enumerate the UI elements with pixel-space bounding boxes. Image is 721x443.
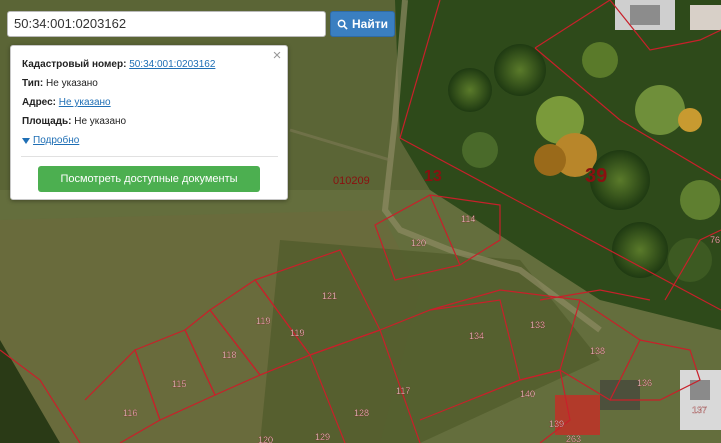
plot-label: 114	[461, 214, 475, 224]
plot-label: 134	[469, 331, 484, 341]
plot-label: 115	[172, 379, 186, 389]
plot-label: 76	[710, 235, 720, 245]
plot-label: 120	[411, 238, 426, 248]
address-row: Адрес: Не указано	[22, 97, 111, 108]
parcel-info-popup: × Кадастровый номер: 50:34:001:0203162 Т…	[10, 45, 288, 200]
search-button[interactable]: Найти	[330, 11, 395, 37]
area-row: Площадь: Не указано	[22, 116, 126, 127]
plot-label: 119	[256, 316, 270, 326]
type-label: Тип:	[22, 78, 44, 89]
cadastral-row: Кадастровый номер: 50:34:001:0203162	[22, 59, 215, 70]
plot-label: 128	[354, 408, 369, 418]
search-input[interactable]	[14, 16, 314, 31]
block-label: 39	[585, 165, 607, 187]
details-toggle[interactable]: Подробно	[22, 135, 79, 146]
area-label: Площадь:	[22, 116, 72, 127]
search-field[interactable]	[7, 11, 326, 37]
close-icon[interactable]: ×	[271, 48, 283, 63]
address-label: Адрес:	[22, 97, 56, 108]
cadastral-label: Кадастровый номер:	[22, 59, 127, 70]
plot-label: 121	[322, 291, 337, 301]
plot-label: 137	[692, 405, 707, 415]
cadastral-link[interactable]: 50:34:001:0203162	[129, 59, 215, 70]
area-value: Не указано	[74, 116, 127, 127]
plot-label: 116	[123, 408, 137, 418]
search-icon	[337, 19, 348, 30]
plot-label: 129	[315, 432, 330, 442]
plot-label: 133	[530, 320, 545, 330]
quarter-label: 010209	[333, 175, 370, 187]
search-button-label: Найти	[352, 17, 388, 31]
plot-label: 117	[396, 386, 410, 396]
plot-label: 120	[258, 435, 273, 443]
type-row: Тип: Не указано	[22, 78, 98, 89]
triangle-down-icon	[22, 137, 30, 144]
plot-label: 119	[290, 328, 304, 338]
plot-label: 136	[637, 378, 652, 388]
plot-label: 138	[590, 346, 605, 356]
type-value: Не указано	[46, 78, 98, 89]
plot-label: 139	[549, 419, 564, 429]
address-link[interactable]: Не указано	[59, 97, 111, 108]
divider	[21, 156, 278, 157]
plot-label: 140	[520, 389, 535, 399]
block-label: 13	[424, 168, 442, 185]
details-link[interactable]: Подробно	[33, 135, 79, 146]
plot-label: 118	[222, 350, 236, 360]
view-documents-button[interactable]: Посмотреть доступные документы	[38, 166, 260, 192]
plot-label: 263	[566, 434, 581, 443]
